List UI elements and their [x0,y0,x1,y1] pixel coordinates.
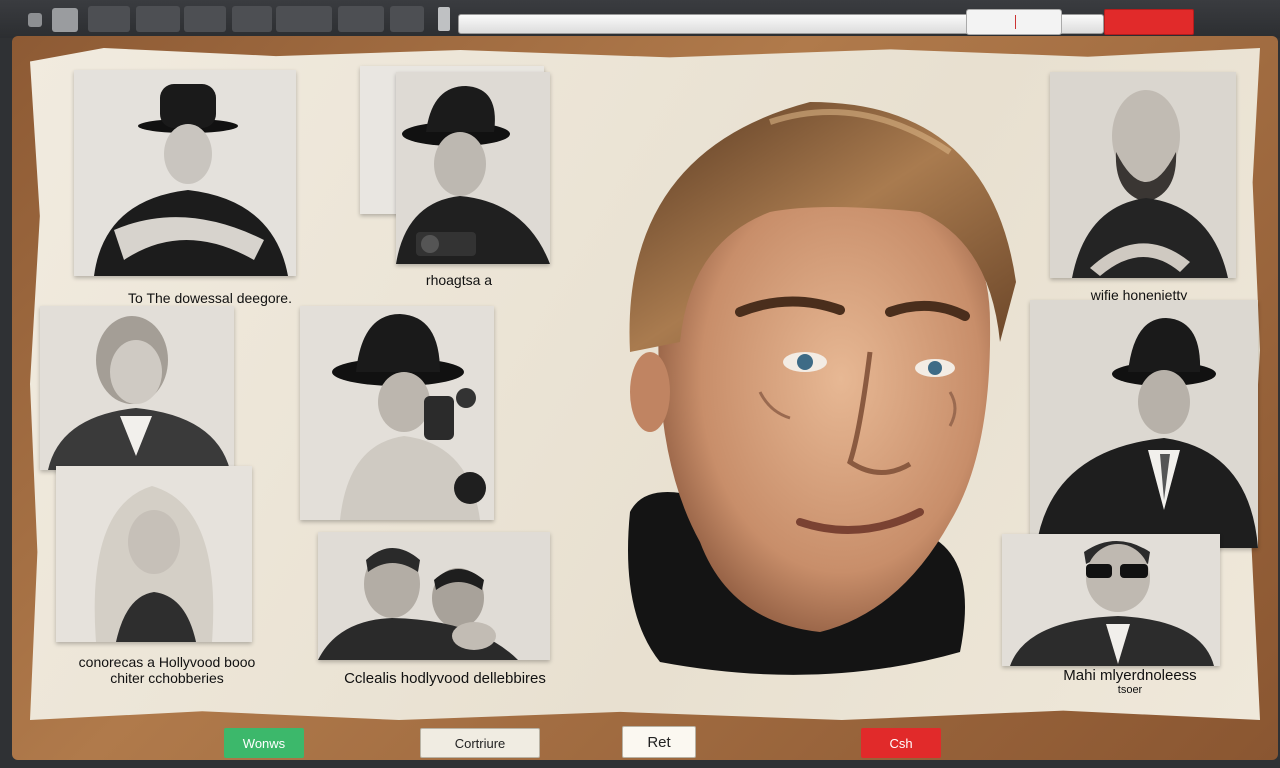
photo-card-two-men[interactable] [318,532,550,660]
caption-6: Mahi mlyerdnoleess tsoer [1030,667,1230,697]
caption-2: rhoagtsa a [425,272,493,288]
red-toolbar-button[interactable] [1104,9,1194,35]
portrait-image [318,532,550,660]
green-button[interactable]: Wonws [224,728,304,758]
window-control-icon[interactable] [28,13,42,27]
caption-4-line-2: chiter cchobberies [110,670,224,686]
photo-card-bearded-man[interactable] [1050,72,1236,278]
ret-button[interactable]: Ret [622,726,696,758]
tab-2[interactable] [136,6,180,32]
featured-portrait-image [628,102,1016,675]
photo-card-sunglasses-man[interactable] [1002,534,1220,666]
photo-card-fedora-man[interactable] [396,72,550,264]
tab-5[interactable] [276,6,332,32]
tab-7[interactable] [390,6,424,32]
portrait-image [56,466,252,642]
portrait-image [40,306,234,470]
browser-toolbar [0,0,1280,38]
photo-card-woman-suit[interactable] [40,306,234,470]
portrait-image [1002,534,1220,666]
tab-3[interactable] [184,6,226,32]
caption-4-line-1: conorecas a Hollyvood booo [78,654,256,670]
featured-portrait[interactable] [620,92,1020,682]
cash-button[interactable]: Csh [861,728,941,758]
caption-6-line-1: Mahi mlyerdnoleess [1063,667,1197,684]
tab-square-icon[interactable] [52,8,78,32]
tab-6[interactable] [338,6,384,32]
photo-card-fedora-suit[interactable] [1030,300,1258,548]
caption-4: conorecas a Hollyvood booo chiter cchobb… [52,654,282,686]
portrait-image [1050,72,1236,278]
portrait-image [396,72,550,264]
portrait-image [300,306,494,520]
photo-card-cameraman[interactable] [300,306,494,520]
caption-5: Cclealis hodlyvood dellebbires [344,670,546,687]
photo-card-blonde-woman[interactable] [56,466,252,642]
caption-1: To The dowessal deegore. [128,290,292,306]
text-caret [1015,15,1016,29]
tab-4[interactable] [232,6,272,32]
photo-card-bowler-man[interactable] [74,70,296,276]
toolbar-divider [438,7,450,31]
continue-button[interactable]: Cortriure [420,728,540,758]
portrait-image [74,70,296,276]
tab-1[interactable] [88,6,130,32]
portrait-image [1030,300,1258,548]
address-slider-handle[interactable] [966,9,1062,35]
caption-6-line-2: tsoer [1117,684,1143,696]
